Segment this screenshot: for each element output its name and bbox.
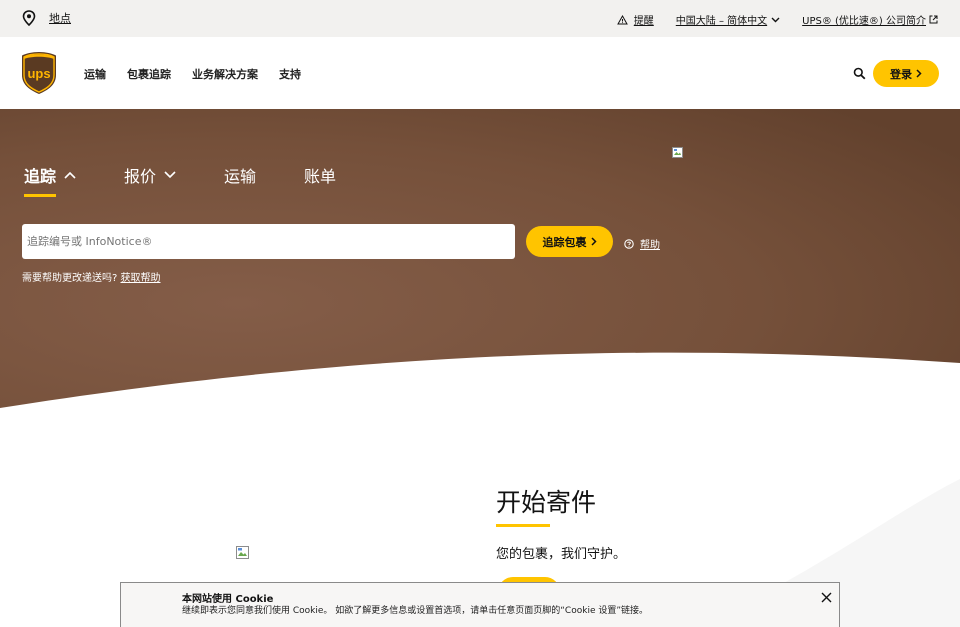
about-link[interactable]: UPS® (优比速®) 公司简介 [802, 12, 938, 27]
search-icon[interactable] [853, 67, 866, 80]
location-label[interactable]: 地点 [49, 10, 71, 26]
language-selector[interactable]: 中国大陆 – 简体中文 [676, 12, 780, 27]
svg-text:ups: ups [27, 66, 50, 81]
help-circle-icon [624, 238, 634, 249]
tracking-hero: 追踪 报价 运输 账单 追踪包裹 [0, 109, 960, 419]
chevron-right-icon [590, 237, 597, 246]
tab-track[interactable]: 追踪 [24, 163, 76, 197]
tracking-number-input[interactable] [22, 224, 515, 259]
tab-ship[interactable]: 运输 [224, 163, 256, 187]
start-shipping-title: 开始寄件 [496, 488, 597, 517]
main-nav: 运输 包裹追踪 业务解决方案 支持 [84, 66, 322, 82]
language-label[interactable]: 中国大陆 – 简体中文 [676, 12, 767, 27]
track-package-label: 追踪包裹 [542, 235, 587, 249]
utility-bar: 地点 提醒 中国大陆 – 简体中文 UPS® (优比速®) 公司简介 [0, 0, 960, 37]
about-label[interactable]: UPS® (优比速®) 公司简介 [802, 12, 926, 27]
close-icon[interactable] [821, 592, 832, 603]
broken-image-icon [236, 546, 249, 559]
tracking-tabs: 追踪 报价 运输 账单 [24, 163, 384, 197]
ups-logo[interactable]: ups [21, 51, 57, 95]
chevron-up-icon [64, 171, 76, 179]
location-pin-icon [22, 10, 36, 26]
tab-billing-label: 账单 [304, 167, 337, 186]
title-underline [496, 524, 550, 527]
location-link[interactable]: 地点 [22, 10, 71, 26]
help-label[interactable]: 帮助 [640, 236, 660, 251]
nav-item-support[interactable]: 支持 [279, 66, 301, 82]
tab-track-label: 追踪 [24, 167, 57, 186]
nav-item-shipping[interactable]: 运输 [84, 66, 106, 82]
chevron-down-icon [771, 17, 780, 22]
tab-quote[interactable]: 报价 [124, 163, 176, 187]
hero-background [0, 109, 960, 408]
track-package-button[interactable]: 追踪包裹 [526, 226, 613, 257]
help-link[interactable]: 帮助 [624, 236, 660, 251]
main-header: ups 运输 包裹追踪 业务解决方案 支持 登录 [0, 37, 960, 109]
login-button[interactable]: 登录 [873, 60, 939, 87]
external-link-icon [929, 15, 938, 24]
alerts-link[interactable]: 提醒 [616, 12, 654, 27]
tab-billing[interactable]: 账单 [304, 163, 336, 187]
nav-item-tracking[interactable]: 包裹追踪 [127, 66, 171, 82]
cookie-text: 继续即表示您同意我们使用 Cookie。 如欲了解更多信息或设置首选项，请单击任… [182, 606, 649, 616]
broken-image-icon [672, 147, 683, 158]
cookie-banner: 本网站使用 Cookie 继续即表示您同意我们使用 Cookie。 如欲了解更多… [120, 582, 840, 627]
change-delivery-help: 需要帮助更改递送吗? 获取帮助 [22, 269, 161, 284]
get-help-link[interactable]: 获取帮助 [121, 273, 161, 284]
tab-quote-label: 报价 [124, 167, 157, 186]
alerts-label[interactable]: 提醒 [634, 12, 654, 27]
nav-item-business-solutions[interactable]: 业务解决方案 [192, 66, 258, 82]
warning-icon [616, 14, 628, 24]
change-delivery-prompt: 需要帮助更改递送吗? [22, 273, 118, 284]
start-shipping-subtitle: 您的包裹，我们守护。 [496, 547, 627, 562]
chevron-right-icon [916, 69, 922, 78]
login-label: 登录 [890, 67, 912, 81]
chevron-down-icon [164, 171, 176, 179]
tab-ship-label: 运输 [224, 167, 257, 186]
